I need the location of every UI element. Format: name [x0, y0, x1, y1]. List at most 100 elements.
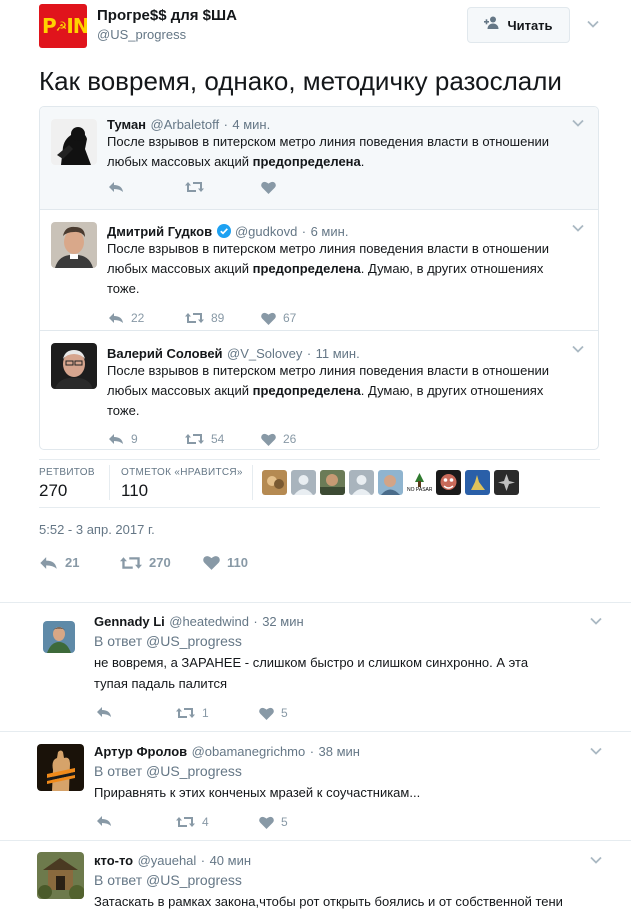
main-retweet-action[interactable]: 270	[120, 555, 171, 570]
stats-divider-top	[39, 459, 600, 460]
reply-icon	[108, 312, 131, 324]
retweet-action[interactable]: 54	[185, 432, 224, 446]
like-action[interactable]	[261, 181, 283, 194]
reply-handle[interactable]: @obamanegrichmo	[192, 744, 306, 759]
reply-menu-chevron-icon[interactable]	[589, 853, 603, 867]
retweet-icon	[185, 312, 211, 324]
reply-avatar[interactable]	[37, 852, 84, 899]
reply-tweet[interactable]: Артур Фролов @obamanegrichmo · 38 мин В …	[0, 732, 631, 839]
reply-tweet[interactable]: Gennady Li @heatedwind · 32 мин В ответ …	[0, 603, 631, 730]
quoted-avatar[interactable]	[51, 222, 97, 268]
quoted-tweets-box: Туман @Arbaletoff · 4 мин. После взрывов…	[39, 106, 599, 450]
liker-avatar[interactable]	[465, 470, 490, 495]
quoted-time[interactable]: 11 мин.	[316, 346, 360, 361]
like-count: 110	[227, 555, 248, 570]
retweets-label[interactable]: РЕТВИТОВ	[39, 467, 95, 478]
retweet-action[interactable]: 1	[176, 706, 209, 720]
retweet-action[interactable]	[185, 181, 211, 193]
author-handle[interactable]: @US_progress	[97, 27, 186, 42]
retweet-action[interactable]: 4	[176, 815, 209, 829]
reply-avatar[interactable]	[37, 744, 84, 791]
tweet-menu-chevron-icon[interactable]	[586, 17, 600, 31]
main-reply-action[interactable]: 21	[39, 555, 79, 570]
quoted-avatar[interactable]	[51, 119, 97, 165]
likes-label[interactable]: ОТМЕТОК «НРАВИТСЯ»	[121, 467, 243, 478]
quoted-avatar[interactable]	[51, 343, 97, 389]
reply-to[interactable]: В ответ @US_progress	[94, 872, 242, 888]
liker-avatar[interactable]	[291, 470, 316, 495]
liker-avatar[interactable]	[378, 470, 403, 495]
liker-avatar[interactable]	[436, 470, 461, 495]
quoted-tweet[interactable]: Туман @Arbaletoff · 4 мин. После взрывов…	[40, 107, 598, 209]
reply-name[interactable]: Gennady Li	[94, 614, 165, 629]
like-action[interactable]: 5	[259, 706, 288, 720]
reply-menu-chevron-icon[interactable]	[589, 744, 603, 758]
reply-icon	[39, 556, 65, 570]
retweets-value[interactable]: 270	[39, 481, 67, 501]
liker-avatar[interactable]	[320, 470, 345, 495]
tweet-timestamp[interactable]: 5:52 - 3 апр. 2017 г.	[39, 522, 155, 537]
quoted-name[interactable]: Валерий Соловей	[107, 346, 223, 361]
reply-avatar[interactable]	[43, 621, 75, 653]
quoted-menu-chevron-icon[interactable]	[571, 342, 585, 356]
like-count: 26	[283, 432, 297, 446]
tweet-text: Как вовремя, однако, методичку разослали	[39, 66, 562, 96]
reply-dot: ·	[253, 614, 258, 629]
retweet-count: 1	[202, 706, 209, 720]
quoted-menu-chevron-icon[interactable]	[571, 116, 585, 130]
reply-action[interactable]	[108, 181, 131, 193]
quoted-name[interactable]: Туман	[107, 117, 146, 132]
liker-avatar[interactable]	[349, 470, 374, 495]
quoted-dot: ·	[306, 346, 312, 361]
liker-avatar[interactable]	[262, 470, 287, 495]
reply-action[interactable]: 22	[108, 311, 144, 325]
reply-to[interactable]: В ответ @US_progress	[94, 633, 242, 649]
quoted-handle[interactable]: @Arbaletoff	[151, 117, 220, 132]
retweet-action[interactable]: 89	[185, 311, 224, 325]
reply-action[interactable]	[96, 706, 119, 718]
quoted-tweet[interactable]: Дмитрий Гудков @gudkovd · 6 мин. После в…	[40, 210, 598, 330]
reply-handle[interactable]: @heatedwind	[169, 614, 249, 629]
retweet-count: 54	[211, 432, 225, 446]
author-avatar[interactable]: P☭IN	[39, 4, 87, 48]
reply-to[interactable]: В ответ @US_progress	[94, 763, 242, 779]
follow-button[interactable]: Читать	[467, 7, 570, 43]
reply-time[interactable]: 32 мин	[262, 614, 303, 629]
reply-icon	[96, 815, 119, 827]
reply-time[interactable]: 40 мин	[210, 853, 251, 868]
author-name[interactable]: Прогре$$ для $ША	[97, 7, 237, 24]
quoted-name[interactable]: Дмитрий Гудков	[107, 224, 212, 239]
reply-menu-chevron-icon[interactable]	[589, 614, 603, 628]
reply-tweet[interactable]: кто-то @yauehal · 40 мин В ответ @US_pro…	[0, 841, 631, 916]
reply-time[interactable]: 38 мин	[319, 744, 360, 759]
reply-handle[interactable]: @yauehal	[138, 853, 197, 868]
liker-caption: NO PASARAN	[407, 487, 432, 493]
stats-divider-bottom	[39, 507, 600, 508]
reply-name[interactable]: Артур Фролов	[94, 744, 187, 759]
reply-dot: ·	[200, 853, 206, 868]
reply-action[interactable]: 9	[108, 432, 138, 446]
reply-icon	[96, 706, 119, 718]
quoted-dot: ·	[223, 117, 228, 132]
main-like-action[interactable]: 110	[203, 555, 248, 570]
reply-text: не вовремя, а ЗАРАНЕЕ - слишком быстро и…	[94, 655, 529, 691]
quoted-handle[interactable]: @gudkovd	[235, 224, 297, 239]
follow-label: Читать	[507, 17, 553, 33]
quoted-text: После взрывов в питерском метро линия по…	[107, 134, 550, 169]
quoted-time[interactable]: 6 мин.	[311, 224, 349, 239]
quoted-menu-chevron-icon[interactable]	[571, 221, 585, 235]
retweet-icon	[185, 433, 211, 445]
reply-text: Затаскать в рамках закона,чтобы рот откр…	[94, 894, 563, 909]
liker-avatar[interactable]: NO PASARAN	[407, 470, 432, 495]
reply-name[interactable]: кто-то	[94, 853, 133, 868]
reply-icon	[108, 181, 131, 193]
quoted-time[interactable]: 4 мин.	[232, 117, 270, 132]
like-action[interactable]: 5	[259, 815, 288, 829]
quoted-handle[interactable]: @V_Solovey	[227, 346, 302, 361]
like-action[interactable]: 26	[261, 432, 296, 446]
reply-action[interactable]	[96, 815, 119, 827]
liker-avatar[interactable]	[494, 470, 519, 495]
likes-value[interactable]: 110	[121, 481, 148, 501]
like-action[interactable]: 67	[261, 311, 296, 325]
quoted-tweet[interactable]: Валерий Соловей @V_Solovey · 11 мин. Пос…	[40, 331, 598, 449]
